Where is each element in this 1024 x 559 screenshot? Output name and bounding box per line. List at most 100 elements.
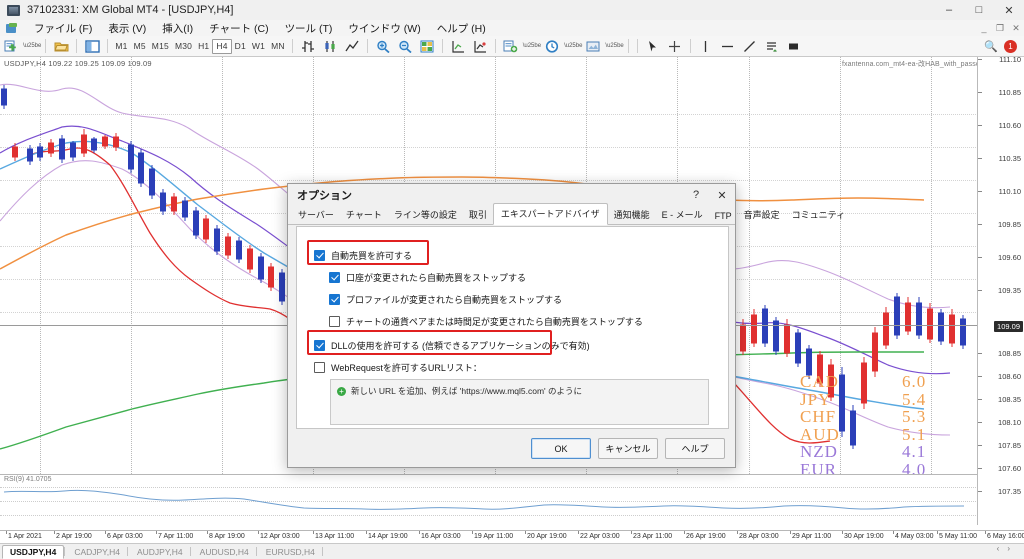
checkbox-allow-dll-imports[interactable]: DLLの使用を許可する (信頼できるアプリケーションのみで有効) bbox=[314, 337, 590, 353]
vertical-line-icon[interactable] bbox=[696, 36, 716, 56]
menu-item-view[interactable]: 表示 (V) bbox=[100, 21, 154, 36]
dialog-help-button[interactable]: ? bbox=[683, 184, 709, 206]
strength-row: JPY 5.4 bbox=[800, 390, 950, 409]
chart-tab-eurusd[interactable]: EURUSD,H4 bbox=[259, 546, 322, 558]
checkbox-allow-webrequest[interactable]: WebRequestを許可するURLリスト： bbox=[314, 359, 482, 375]
checkbox-allow-auto-trading[interactable]: 自動売買を許可する bbox=[314, 247, 412, 263]
menu-item-help[interactable]: ヘルプ (H) bbox=[429, 21, 494, 36]
mdi-window-controls: _ ❐ ✕ bbox=[976, 20, 1024, 36]
chart-tab-cadjpy[interactable]: CADJPY,H4 bbox=[67, 546, 127, 558]
open-folder-icon[interactable] bbox=[51, 36, 71, 56]
dialog-tab-server[interactable]: サーバー bbox=[292, 205, 340, 224]
strength-value: 4.1 bbox=[902, 442, 927, 461]
indicators-dropdown-icon[interactable]: \u25be bbox=[523, 43, 541, 49]
options-dialog[interactable]: オプション ? ✕ サーバー チャート ライン等の設定 取引 エキスパートアドバ… bbox=[287, 183, 845, 468]
timeframe-m15[interactable]: M15 bbox=[149, 40, 172, 53]
dialog-tab-community[interactable]: コミュニティ bbox=[786, 205, 851, 224]
market-watch-icon[interactable] bbox=[82, 36, 102, 56]
alert-badge[interactable]: 1 bbox=[1004, 39, 1017, 53]
rectangle-icon[interactable] bbox=[784, 36, 804, 56]
period-dropdown-icon[interactable]: \u25be bbox=[564, 43, 582, 49]
checkbox-indicator[interactable] bbox=[314, 339, 325, 351]
cursor-icon[interactable] bbox=[643, 36, 663, 56]
timeframe-d1[interactable]: D1 bbox=[232, 40, 249, 53]
chart-shift-icon[interactable] bbox=[470, 36, 490, 56]
add-url-icon[interactable]: + bbox=[337, 386, 346, 396]
new-chart-dropdown-icon[interactable]: \u25be bbox=[23, 43, 41, 49]
cancel-button[interactable]: キャンセル bbox=[598, 438, 658, 459]
checkbox-indicator[interactable] bbox=[329, 271, 340, 283]
trendline-icon[interactable] bbox=[740, 36, 760, 56]
dialog-tab-charts[interactable]: チャート bbox=[340, 205, 388, 224]
scroll-left-icon[interactable]: ‹ bbox=[997, 544, 1008, 553]
minimize-button[interactable]: – bbox=[934, 0, 964, 20]
checkbox-indicator[interactable] bbox=[329, 315, 340, 327]
maximize-button[interactable]: □ bbox=[964, 0, 994, 20]
time-tick: 4 May 03:00 bbox=[895, 533, 934, 540]
mdi-restore-button[interactable]: ❐ bbox=[992, 20, 1008, 36]
tab-scroll-arrows[interactable]: ‹› bbox=[997, 544, 1018, 553]
chart-tab-bar: USDJPY,H4 CADJPY,H4 AUDJPY,H4 AUDUSD,H4 … bbox=[0, 543, 1024, 559]
timeframe-m5[interactable]: M5 bbox=[131, 40, 149, 53]
zoom-out-icon[interactable] bbox=[395, 36, 415, 56]
chart-tab-usdjpy[interactable]: USDJPY,H4 bbox=[2, 544, 65, 559]
rsi-pane[interactable]: RSI(9) 41.0705 70.0 50.0 30.0 bbox=[0, 474, 1024, 526]
url-hint-row[interactable]: + 新しい URL を追加、例えば 'https://www.mql5.com'… bbox=[337, 385, 708, 397]
dialog-close-button[interactable]: ✕ bbox=[709, 184, 735, 206]
ok-button[interactable]: OK bbox=[531, 438, 591, 459]
checkbox-indicator[interactable] bbox=[314, 249, 325, 261]
text-icon[interactable] bbox=[762, 36, 782, 56]
menu-item-window[interactable]: ウインドウ (W) bbox=[340, 21, 428, 36]
close-button[interactable]: ✕ bbox=[994, 0, 1024, 20]
checkbox-disable-on-symbol-change[interactable]: チャートの通貨ペアまたは時間足が変更されたら自動売買をストップする bbox=[329, 313, 643, 329]
price-axis[interactable]: 111.10 110.85 110.60 110.35 110.10 109.8… bbox=[977, 55, 1024, 525]
tile-windows-icon[interactable] bbox=[417, 36, 437, 56]
timeframe-w1[interactable]: W1 bbox=[249, 40, 268, 53]
dialog-tab-trade[interactable]: 取引 bbox=[463, 205, 493, 224]
horizontal-line-icon[interactable] bbox=[718, 36, 738, 56]
dialog-tab-email[interactable]: E - メール bbox=[656, 205, 709, 224]
scroll-right-icon[interactable]: › bbox=[1007, 544, 1018, 553]
menu-item-tools[interactable]: ツール (T) bbox=[277, 21, 341, 36]
dialog-tab-notifications[interactable]: 通知機能 bbox=[608, 205, 656, 224]
menu-item-charts[interactable]: チャート (C) bbox=[201, 21, 276, 36]
zoom-in-icon[interactable] bbox=[373, 36, 393, 56]
timeframe-m30[interactable]: M30 bbox=[172, 40, 195, 53]
new-chart-icon[interactable] bbox=[1, 36, 21, 56]
mdi-minimize-button[interactable]: _ bbox=[976, 20, 992, 36]
dialog-tab-sound[interactable]: 音声設定 bbox=[738, 205, 786, 224]
dialog-tab-expert-advisors[interactable]: エキスパートアドバイザ bbox=[492, 203, 608, 225]
crosshair-icon[interactable] bbox=[665, 36, 685, 56]
dialog-tab-objects[interactable]: ライン等の設定 bbox=[388, 205, 463, 224]
timeframe-h4[interactable]: H4 bbox=[212, 38, 232, 54]
checkbox-disable-on-account-change[interactable]: 口座が変更されたら自動売買をストップする bbox=[329, 269, 526, 285]
checkbox-disable-on-profile-change[interactable]: プロファイルが変更されたら自動売買をストップする bbox=[329, 291, 562, 307]
help-button[interactable]: ヘルプ bbox=[665, 438, 725, 459]
dialog-tab-ftp[interactable]: FTP bbox=[709, 208, 738, 224]
auto-scroll-icon[interactable] bbox=[448, 36, 468, 56]
templates-dropdown-icon[interactable]: \u25be bbox=[605, 43, 623, 49]
timeframe-m1[interactable]: M1 bbox=[112, 40, 130, 53]
bar-chart-icon[interactable] bbox=[298, 36, 318, 56]
period-icon[interactable] bbox=[542, 36, 562, 56]
search-icon[interactable]: 🔍 bbox=[984, 40, 998, 53]
url-hint-text: 新しい URL を追加、例えば 'https://www.mql5.com' の… bbox=[351, 386, 583, 396]
candlestick-icon[interactable] bbox=[320, 36, 340, 56]
chart-tab-audjpy[interactable]: AUDJPY,H4 bbox=[130, 546, 190, 558]
dialog-button-row: OK キャンセル ヘルプ bbox=[531, 438, 725, 459]
menu-item-file[interactable]: ファイル (F) bbox=[26, 21, 100, 36]
currency-strength-panel: CAD 6.0 JPY 5.4 CHF 5.3 AUD 5.1 NZD 4.1 … bbox=[800, 373, 950, 474]
timeframe-mn[interactable]: MN bbox=[268, 40, 288, 53]
price-tick: 111.10 bbox=[999, 55, 1021, 64]
mdi-close-button[interactable]: ✕ bbox=[1008, 20, 1024, 36]
timeframe-h1[interactable]: H1 bbox=[195, 40, 212, 53]
templates-icon[interactable] bbox=[583, 36, 603, 56]
checkbox-indicator[interactable] bbox=[314, 361, 325, 373]
indicators-icon[interactable] bbox=[501, 36, 521, 56]
chart-tab-audusd[interactable]: AUDUSD,H4 bbox=[193, 546, 256, 558]
line-chart-icon[interactable] bbox=[342, 36, 362, 56]
time-axis[interactable]: 1 Apr 2021 2 Apr 19:00 6 Apr 03:00 7 Apr… bbox=[0, 530, 1024, 544]
checkbox-indicator[interactable] bbox=[329, 293, 340, 305]
url-whitelist-box[interactable]: + 新しい URL を追加、例えば 'https://www.mql5.com'… bbox=[330, 379, 709, 425]
menu-item-insert[interactable]: 挿入(I) bbox=[154, 21, 201, 36]
